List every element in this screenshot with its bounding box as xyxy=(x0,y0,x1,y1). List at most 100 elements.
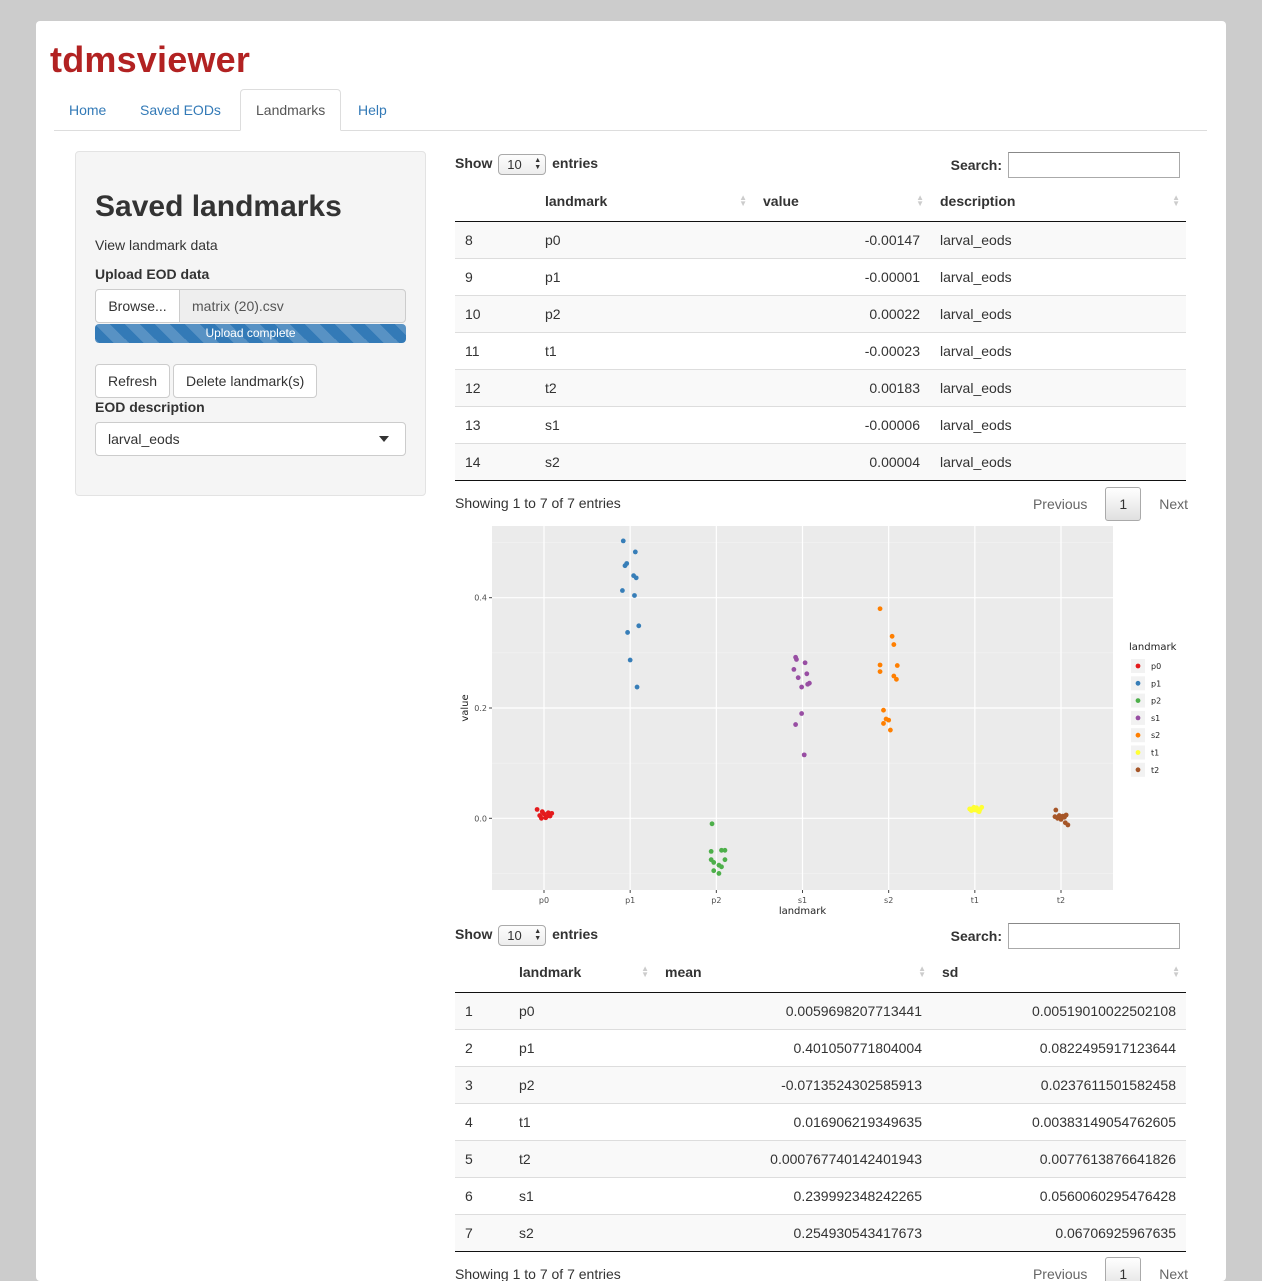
table-cell: 0.016906219349635 xyxy=(655,1102,932,1140)
legend-swatch-t1 xyxy=(1135,750,1141,755)
table-row[interactable]: 8 p0 -0.00147 larval_eods xyxy=(455,221,1186,258)
y-tick-label: 0.4 xyxy=(474,594,487,603)
refresh-button[interactable]: Refresh xyxy=(95,364,171,398)
data-point-p0 xyxy=(549,810,555,816)
data-point-p1 xyxy=(632,593,637,598)
entries-label: entries xyxy=(552,926,599,942)
data-point-s2 xyxy=(877,669,883,674)
entries-label: entries xyxy=(552,155,599,171)
table-cell: 8 xyxy=(455,221,535,258)
col-label: value xyxy=(763,192,799,209)
col-header-landmark[interactable]: landmark ▲ ▼ xyxy=(535,181,753,222)
col-header-description[interactable]: description ▲ ▼ xyxy=(930,181,1186,222)
data-point-p1 xyxy=(636,623,642,629)
table-cell: p2 xyxy=(535,294,753,332)
table-row[interactable]: 6 s1 0.239992348242265 0.0560060295476428 xyxy=(455,1176,1186,1214)
tab-saved-eods[interactable]: Saved EODs xyxy=(125,89,236,131)
table-row[interactable]: 13 s1 -0.00006 larval_eods xyxy=(455,405,1186,443)
table-row[interactable]: 2 p1 0.401050771804004 0.0822495917123644 xyxy=(455,1028,1186,1066)
table-cell: 12 xyxy=(455,368,535,406)
data-point-p1 xyxy=(625,630,630,635)
data-point-p1 xyxy=(622,563,628,569)
data-point-p1 xyxy=(634,684,640,690)
col-label: sd xyxy=(942,963,959,980)
data-point-t1 xyxy=(971,804,977,810)
table-row[interactable]: 4 t1 0.016906219349635 0.00383149054762605 xyxy=(455,1102,1186,1140)
table-cell: t2 xyxy=(535,368,753,406)
next-button[interactable]: Next xyxy=(1159,496,1188,512)
data-point-p0 xyxy=(539,809,545,815)
table-cell: larval_eods xyxy=(930,221,1186,258)
data-point-s2 xyxy=(891,642,897,647)
table-cell: 13 xyxy=(455,405,535,443)
table-row[interactable]: 12 t2 0.00183 larval_eods xyxy=(455,368,1186,406)
table1-search-input[interactable] xyxy=(1008,152,1180,178)
page-1-button[interactable]: 1 xyxy=(1105,487,1142,521)
file-upload: Browse... matrix (20).csv xyxy=(95,289,406,323)
table-cell: 0.06706925967635 xyxy=(932,1213,1186,1252)
data-point-s1 xyxy=(801,752,807,758)
sort-icon: ▲ ▼ xyxy=(1172,193,1180,208)
tab-home[interactable]: Home xyxy=(54,89,121,131)
col-header-landmark[interactable]: landmark ▲ ▼ xyxy=(509,952,655,993)
show-label: Show xyxy=(455,926,493,942)
x-tick-label: s2 xyxy=(884,896,893,905)
table-row[interactable]: 11 t1 -0.00023 larval_eods xyxy=(455,331,1186,369)
table-cell: larval_eods xyxy=(930,442,1186,481)
data-point-s2 xyxy=(886,717,892,723)
data-point-s2 xyxy=(889,633,895,639)
table-cell: larval_eods xyxy=(930,257,1186,295)
table-row[interactable]: 14 s2 0.00004 larval_eods xyxy=(455,442,1186,481)
table-cell: 6 xyxy=(455,1176,509,1214)
x-tick-label: p0 xyxy=(539,896,549,905)
legend-label: t1 xyxy=(1151,749,1159,758)
y-tick-label: 0.0 xyxy=(474,814,487,823)
table2-pagination: Previous 1 Next xyxy=(1033,1257,1188,1281)
table1-length-select[interactable]: 10 ▲ ▼ xyxy=(498,153,547,175)
data-point-s1 xyxy=(791,666,797,672)
table-cell: p1 xyxy=(535,257,753,295)
table-cell: 10 xyxy=(455,294,535,332)
tab-help[interactable]: Help xyxy=(343,89,402,131)
table-row[interactable]: 7 s2 0.254930543417673 0.06706925967635 xyxy=(455,1213,1186,1252)
table-cell: 14 xyxy=(455,442,535,481)
y-axis-title: value xyxy=(460,694,471,721)
table-cell: p0 xyxy=(535,221,753,258)
col-header-value[interactable]: value ▲ ▼ xyxy=(753,181,930,222)
table-cell: 0.0822495917123644 xyxy=(932,1028,1186,1066)
browse-button[interactable]: Browse... xyxy=(95,289,180,323)
table2-search-input[interactable] xyxy=(1008,923,1180,949)
col-header-index xyxy=(455,181,535,222)
table-cell: s2 xyxy=(535,442,753,481)
data-point-t2 xyxy=(1062,820,1068,826)
col-header-sd[interactable]: sd ▲ ▼ xyxy=(932,952,1186,993)
table-cell: 0.00519010022502108 xyxy=(932,992,1186,1029)
upload-label: Upload EOD data xyxy=(95,266,210,282)
data-point-s1 xyxy=(804,671,810,677)
table2-search: Search: xyxy=(951,923,1186,949)
x-axis-title: landmark xyxy=(779,906,827,917)
table1-pagination: Previous 1 Next xyxy=(1033,487,1188,521)
tab-landmarks[interactable]: Landmarks xyxy=(240,89,342,131)
table-header-row: landmark ▲ ▼ value ▲ ▼ description ▲ ▼ xyxy=(455,181,1186,222)
col-header-mean[interactable]: mean ▲ ▼ xyxy=(655,952,932,993)
table-cell: s1 xyxy=(535,405,753,443)
table-row[interactable]: 3 p2 -0.0713524302585913 0.0237611501582458 xyxy=(455,1065,1186,1103)
data-point-s2 xyxy=(881,707,886,713)
table-row[interactable]: 1 p0 0.0059698207713441 0.00519010022502108 xyxy=(455,992,1186,1029)
legend-swatch-p1 xyxy=(1135,680,1141,686)
data-point-s2 xyxy=(881,721,886,726)
select-arrows-icon: ▲ ▼ xyxy=(534,927,542,942)
delete-landmarks-button[interactable]: Delete landmark(s) xyxy=(173,364,318,398)
table2-length-select[interactable]: 10 ▲ ▼ xyxy=(498,924,547,946)
table-row[interactable]: 10 p2 0.00022 larval_eods xyxy=(455,294,1186,332)
table-row[interactable]: 9 p1 -0.00001 larval_eods xyxy=(455,257,1186,295)
eod-description-select[interactable]: larval_eods xyxy=(95,422,406,456)
previous-button[interactable]: Previous xyxy=(1033,496,1087,512)
page-1-button[interactable]: 1 xyxy=(1105,1257,1142,1281)
data-point-p0 xyxy=(534,807,540,812)
app-window: tdmsviewer Home Saved EODs Landmarks Hel… xyxy=(36,21,1226,1281)
eod-selected-value: larval_eods xyxy=(108,431,180,447)
table-row[interactable]: 5 t2 0.000767740142401943 0.007761387664182… xyxy=(455,1139,1186,1177)
table-cell: 9 xyxy=(455,257,535,295)
